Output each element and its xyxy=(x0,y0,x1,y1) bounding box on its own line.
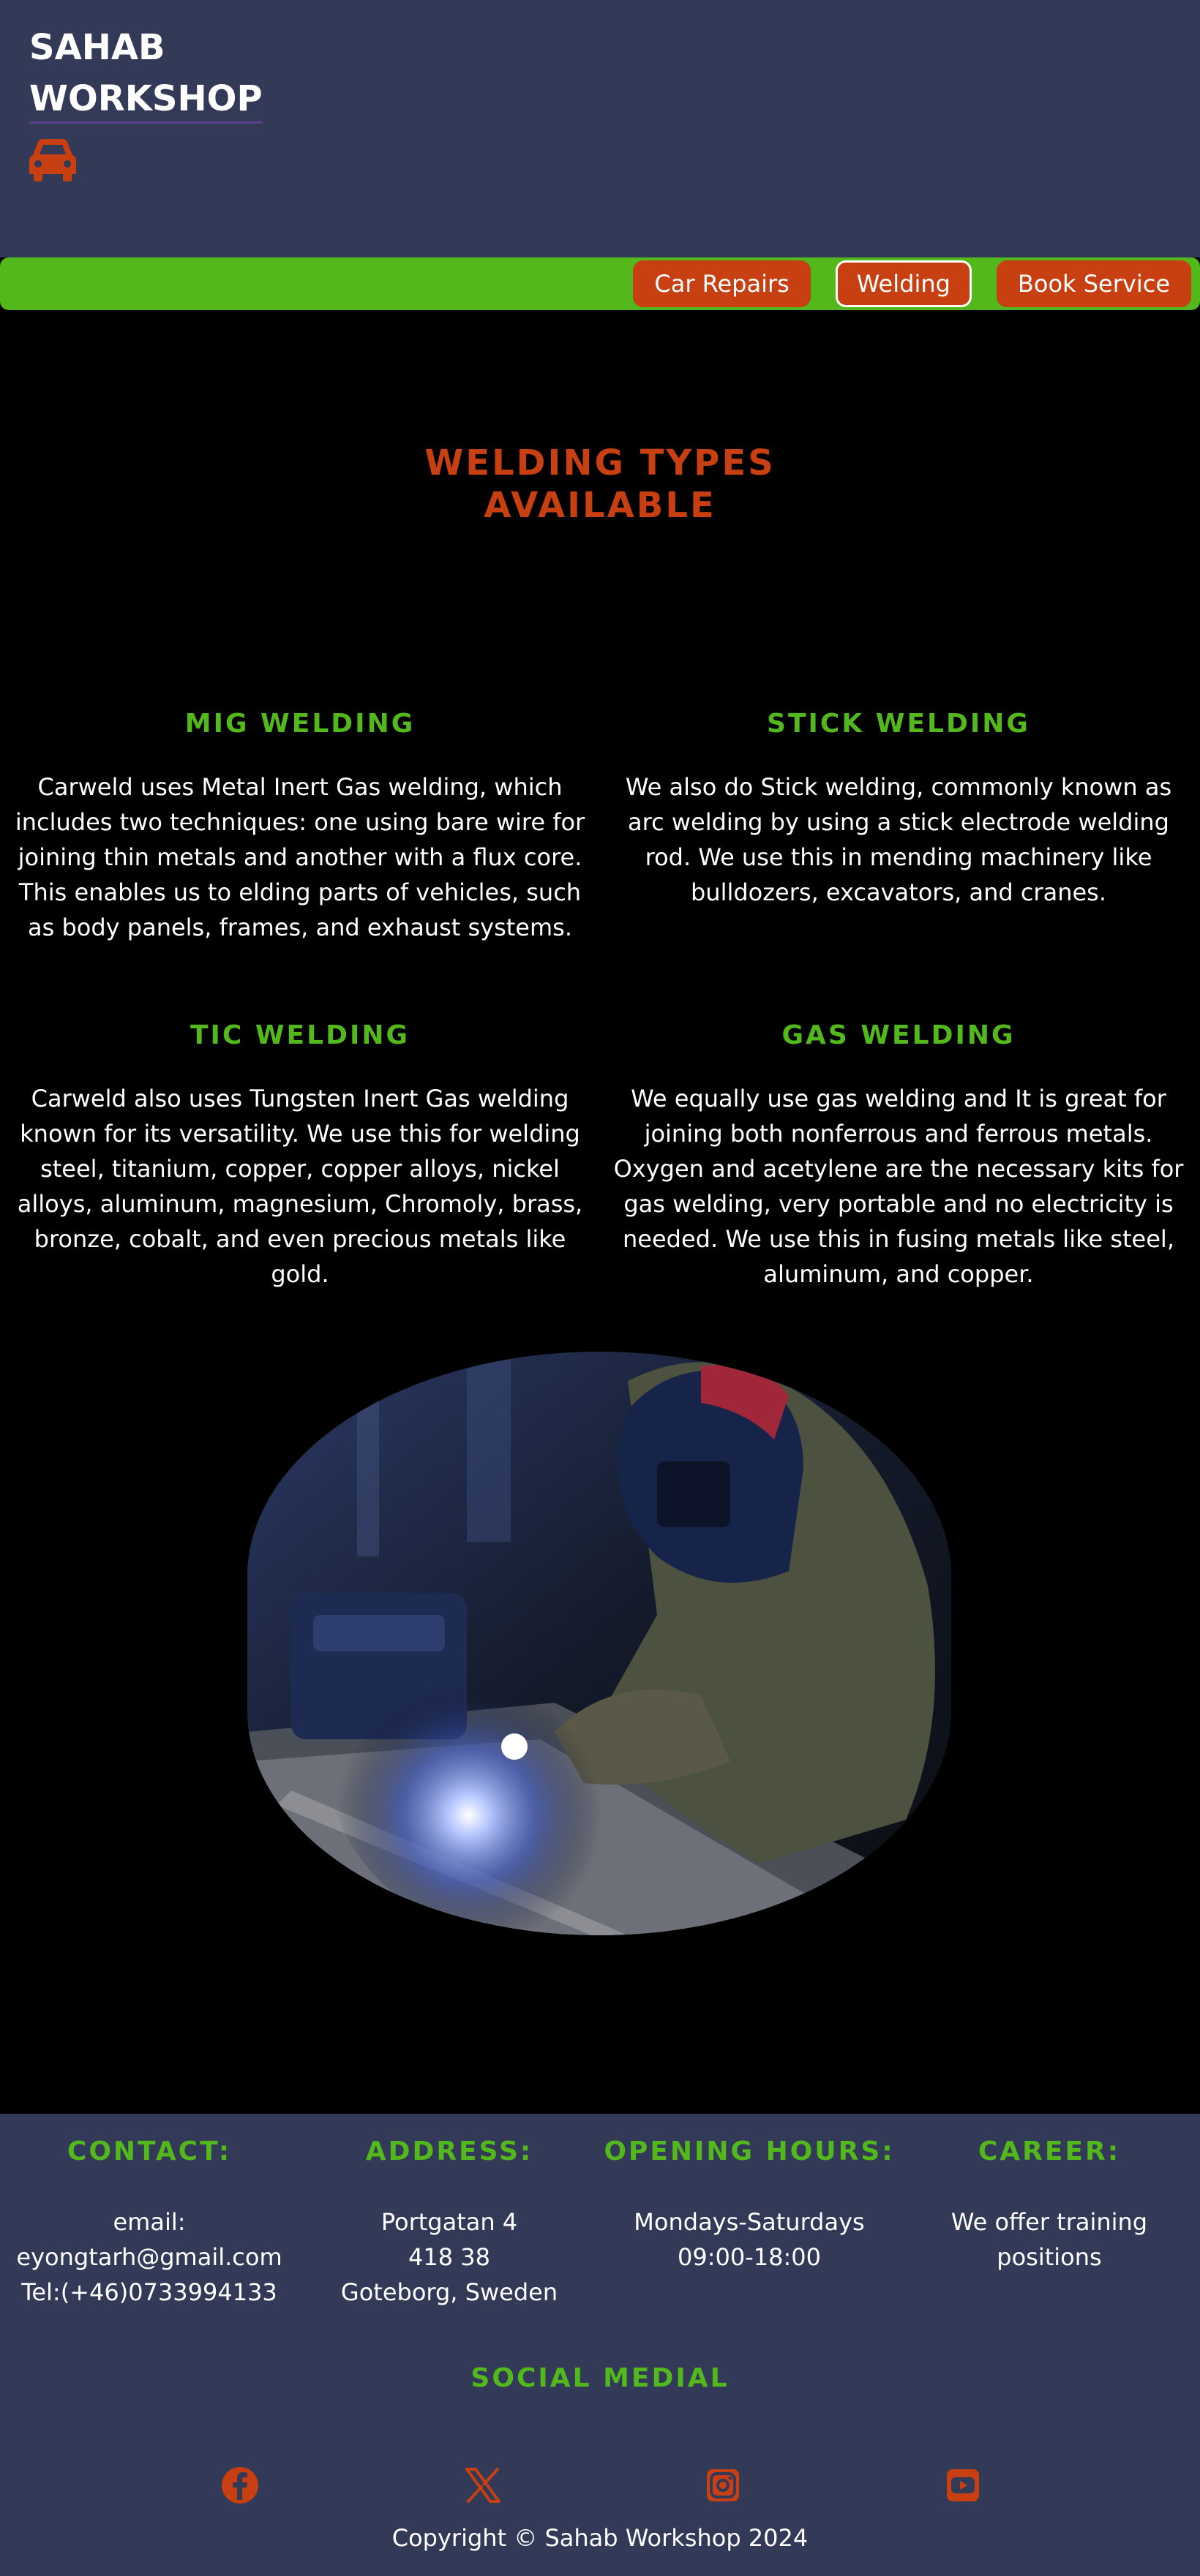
contact-phone[interactable]: Tel:(+46)0733994133 xyxy=(0,2275,303,2310)
card-title: TIC WELDING xyxy=(190,1020,410,1050)
youtube-icon[interactable] xyxy=(942,2465,983,2506)
nav-welding[interactable]: Welding xyxy=(835,260,972,307)
footer-contact-title: CONTACT: xyxy=(67,2136,232,2166)
brand-line1: SAHAB xyxy=(29,27,165,68)
instagram-icon[interactable] xyxy=(702,2465,743,2506)
footer-hours-title: OPENING HOURS: xyxy=(604,2136,895,2166)
hours-days: Mondays-Saturdays xyxy=(634,2208,865,2236)
footer-contact: CONTACT: email: eyongtarh@gmail.com Tel:… xyxy=(0,2136,303,2310)
main-nav: Car Repairs Welding Book Service xyxy=(0,257,1200,310)
site-header: SAHAB WORKSHOP xyxy=(0,0,1200,257)
address-city: Goteborg, Sweden xyxy=(340,2278,558,2306)
nav-car-repairs[interactable]: Car Repairs xyxy=(633,260,811,307)
contact-email-label: email: xyxy=(113,2208,186,2236)
welder-photo xyxy=(247,1352,951,1935)
nav-book-service[interactable]: Book Service xyxy=(996,260,1191,307)
address-postcode: 418 38 xyxy=(408,2243,490,2271)
card-text: We equally use gas welding and It is gre… xyxy=(613,1085,1184,1288)
card-title: STICK WELDING xyxy=(767,709,1030,739)
facebook-icon[interactable] xyxy=(220,2465,260,2506)
welder-illustration xyxy=(247,1352,951,1935)
hours-time: 09:00-18:00 xyxy=(678,2243,821,2271)
career-line1: We offer training xyxy=(950,2208,1148,2236)
footer-career: CAREER: We offer training positions xyxy=(896,2136,1200,2275)
page-title: WELDING TYPES AVAILABLE xyxy=(0,442,1200,527)
card-text: Carweld uses Metal Inert Gas welding, wh… xyxy=(15,773,585,941)
social-title: SOCIAL MEDIAL xyxy=(470,2363,730,2393)
career-line2: positions xyxy=(997,2243,1102,2271)
contact-email[interactable]: eyongtarh@gmail.com xyxy=(0,2240,303,2275)
site-footer: CONTACT: email: eyongtarh@gmail.com Tel:… xyxy=(0,2114,1200,2576)
card-gas-welding: GAS WELDING We equally use gas welding a… xyxy=(606,1020,1191,1292)
footer-hours: OPENING HOURS: Mondays-Saturdays 09:00-1… xyxy=(596,2136,903,2275)
brand-logo[interactable]: SAHAB WORKSHOP xyxy=(29,22,263,124)
footer-career-title: CAREER: xyxy=(978,2136,1121,2166)
card-text: We also do Stick welding, commonly known… xyxy=(625,773,1172,906)
footer-address-title: ADDRESS: xyxy=(365,2136,533,2166)
card-tic-welding: TIC WELDING Carweld also uses Tungsten I… xyxy=(7,1020,593,1292)
page-title-line1: WELDING TYPES xyxy=(424,442,776,483)
footer-address: ADDRESS: Portgatan 4 418 38 Goteborg, Sw… xyxy=(296,2136,603,2310)
car-icon xyxy=(29,139,76,181)
main-content: WELDING TYPES AVAILABLE MIG WELDING Carw… xyxy=(0,310,1200,2114)
page-title-line2: AVAILABLE xyxy=(484,485,716,526)
card-stick-welding: STICK WELDING We also do Stick welding, … xyxy=(606,708,1191,910)
card-title: GAS WELDING xyxy=(781,1020,1016,1050)
brand-line2: WORKSHOP xyxy=(29,76,263,124)
x-icon[interactable] xyxy=(462,2465,503,2506)
address-street: Portgatan 4 xyxy=(380,2208,518,2236)
card-mig-welding: MIG WELDING Carweld uses Metal Inert Gas… xyxy=(7,708,593,945)
card-title: MIG WELDING xyxy=(184,709,416,739)
copyright: Copyright © Sahab Workshop 2024 xyxy=(391,2524,809,2552)
card-text: Carweld also uses Tungsten Inert Gas wel… xyxy=(17,1085,583,1288)
